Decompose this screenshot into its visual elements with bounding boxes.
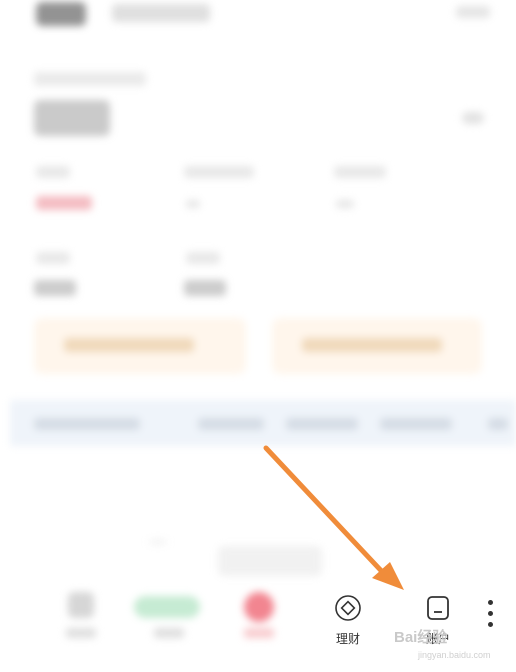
stat-value [184, 280, 226, 296]
stat-value [336, 200, 354, 208]
home-tab-icon[interactable] [68, 592, 94, 618]
trade-tab-label [244, 628, 274, 638]
watermark-sub: jingyan.baidu.com [418, 650, 491, 660]
eye-icon[interactable] [462, 112, 484, 124]
toast [218, 546, 322, 576]
total-assets-value [34, 100, 110, 136]
market-tab-icon[interactable] [134, 596, 200, 618]
tab-licai[interactable]: 理财 [328, 594, 368, 647]
stat-value [34, 280, 76, 296]
stat-label [186, 252, 220, 264]
promo-card[interactable] [272, 318, 482, 374]
total-assets-label [34, 72, 146, 86]
divider [150, 540, 166, 544]
header-icon[interactable] [456, 6, 490, 18]
stat-label [334, 166, 386, 178]
stat-value [186, 200, 200, 208]
diamond-circle-icon [335, 595, 361, 621]
wallet-icon [427, 596, 449, 620]
promo-card[interactable] [34, 318, 246, 374]
stat-value-red [36, 196, 92, 210]
stat-label [184, 166, 254, 178]
info-strip [10, 400, 516, 446]
stat-label [36, 166, 70, 178]
header [0, 0, 516, 40]
trade-tab-icon[interactable] [244, 592, 274, 622]
watermark: Bai经验 [394, 629, 448, 646]
market-tab-label [154, 628, 184, 638]
tab-label: 理财 [335, 632, 360, 646]
avatar[interactable] [36, 2, 86, 26]
stat-label [36, 252, 70, 264]
header-title-placeholder [112, 4, 210, 22]
home-tab-label [66, 628, 96, 638]
more-icon[interactable] [483, 600, 497, 636]
